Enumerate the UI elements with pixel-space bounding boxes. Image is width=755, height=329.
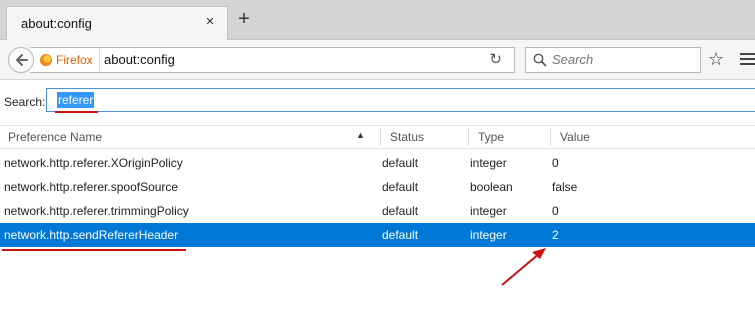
- column-divider[interactable]: [468, 128, 469, 146]
- column-divider[interactable]: [550, 128, 551, 146]
- column-divider[interactable]: [380, 128, 381, 146]
- filter-value: referer: [57, 92, 95, 108]
- pref-name: network.http.referer.trimmingPolicy: [4, 204, 189, 218]
- filter-input[interactable]: referer: [46, 88, 755, 112]
- column-header-row: Preference Name ▲ Status Type Value: [0, 125, 755, 149]
- tab-about-config[interactable]: about:config ×: [6, 6, 228, 40]
- bookmark-star-icon[interactable]: ☆: [708, 50, 724, 68]
- pref-value: false: [552, 180, 578, 194]
- identity-box[interactable]: Firefox: [40, 48, 100, 72]
- pref-name: network.http.sendRefererHeader: [4, 228, 179, 242]
- search-icon: [533, 53, 547, 67]
- hamburger-menu-icon[interactable]: [740, 53, 755, 66]
- pref-type: integer: [470, 156, 507, 170]
- pref-type: integer: [470, 204, 507, 218]
- pref-type: integer: [470, 228, 507, 242]
- new-tab-button[interactable]: +: [236, 9, 252, 29]
- pref-status: default: [382, 228, 419, 242]
- pref-status: default: [382, 180, 419, 194]
- search-bar[interactable]: Search: [525, 47, 701, 73]
- pref-status: default: [382, 156, 419, 170]
- table-row-selected[interactable]: network.http.sendRefererHeader default i…: [0, 223, 755, 247]
- url-bar[interactable]: Firefox about:config ↻: [30, 47, 515, 73]
- identity-label: Firefox: [56, 53, 93, 67]
- pref-value: 0: [552, 156, 559, 170]
- column-preference-name[interactable]: Preference Name: [8, 130, 102, 144]
- back-button[interactable]: [8, 47, 34, 73]
- navigation-bar: Firefox about:config ↻ Search ☆: [0, 40, 755, 80]
- url-text[interactable]: about:config: [104, 52, 175, 67]
- pref-value: 0: [552, 204, 559, 218]
- column-status[interactable]: Status: [390, 130, 424, 144]
- empty-list-area: [0, 248, 755, 329]
- table-row[interactable]: network.http.referer.spoofSource default…: [0, 175, 755, 199]
- close-icon[interactable]: ×: [203, 14, 217, 29]
- tab-strip: about:config × +: [0, 0, 755, 40]
- filter-row: Search: referer: [0, 80, 755, 120]
- firefox-logo-icon: [40, 54, 52, 66]
- reload-icon[interactable]: ↻: [489, 51, 502, 69]
- pref-name: network.http.referer.spoofSource: [4, 180, 179, 194]
- table-row[interactable]: network.http.referer.XOriginPolicy defau…: [0, 151, 755, 175]
- table-row[interactable]: network.http.referer.trimmingPolicy defa…: [0, 199, 755, 223]
- pref-name: network.http.referer.XOriginPolicy: [4, 156, 183, 170]
- sort-ascending-icon: ▲: [356, 130, 365, 140]
- pref-type: boolean: [470, 180, 513, 194]
- column-value[interactable]: Value: [560, 130, 590, 144]
- pref-value: 2: [552, 228, 559, 242]
- back-arrow-icon: [16, 54, 28, 66]
- column-type[interactable]: Type: [478, 130, 504, 144]
- tab-title: about:config: [21, 16, 92, 31]
- search-placeholder: Search: [552, 52, 594, 67]
- filter-label: Search:: [4, 95, 46, 109]
- pref-status: default: [382, 204, 419, 218]
